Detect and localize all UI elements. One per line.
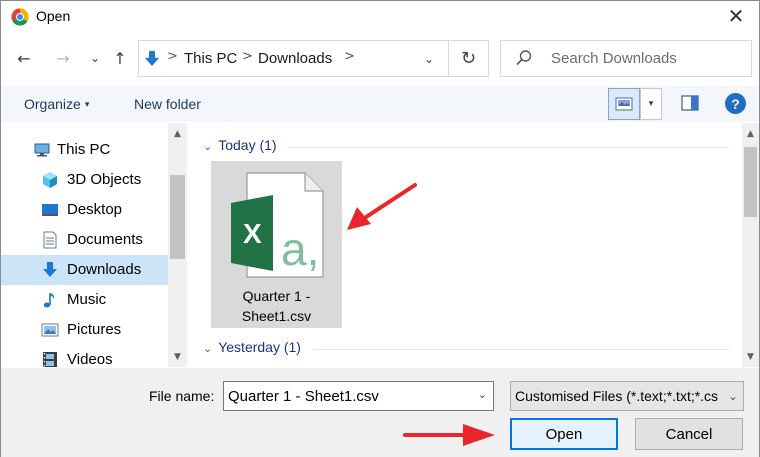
sidebar-item-label: Documents	[67, 231, 143, 248]
chevron-down-icon: ⌄	[89, 51, 101, 65]
scroll-up-arrow-icon[interactable]: ▲	[742, 125, 759, 142]
group-divider	[289, 147, 729, 148]
scrollbar-thumb[interactable]	[170, 175, 185, 259]
sidebar-item-label: Videos	[67, 351, 113, 367]
sidebar-item-label: Desktop	[67, 201, 123, 218]
preview-pane-button[interactable]	[681, 94, 699, 112]
sidebar-item-label: 3D Objects	[67, 171, 142, 188]
file-type-select[interactable]: Customised Files (*.text;*.txt;*.cs ⌄	[510, 381, 744, 411]
arrow-right-icon: →	[56, 48, 70, 68]
view-options-dropdown[interactable]: ▾	[640, 88, 662, 120]
file-item-quarter-1-sheet1-csv[interactable]: X a, Quarter 1 - Sheet1.csv	[211, 161, 342, 328]
pictures-icon	[41, 321, 59, 339]
file-name-label: File name:	[149, 388, 215, 404]
breadcrumb-separator[interactable]: >	[167, 49, 178, 64]
title-bar: Open ✕	[1, 1, 759, 32]
chevron-down-icon: ⌄	[203, 140, 213, 153]
group-header-yesterday[interactable]: ⌄ Yesterday (1)	[203, 339, 301, 355]
search-input[interactable]: Search Downloads	[500, 40, 752, 77]
organize-label: Organize	[24, 96, 81, 112]
sidebar-item-label: Music	[67, 291, 107, 308]
refresh-button[interactable]: ↻	[448, 40, 488, 77]
downloads-location-icon	[143, 50, 161, 68]
sidebar-item-pictures[interactable]: Pictures	[1, 315, 168, 345]
up-button[interactable]: ↑	[108, 41, 132, 75]
chevron-down-icon: ⌄	[423, 51, 435, 66]
cancel-button[interactable]: Cancel	[635, 418, 743, 450]
svg-text:a,: a,	[281, 223, 319, 275]
back-button[interactable]: ←	[12, 41, 36, 75]
file-name-label: Quarter 1 - Sheet1.csv	[241, 288, 312, 324]
scroll-down-arrow-icon[interactable]: ▼	[168, 348, 187, 365]
chevron-down-icon: ⌄	[203, 342, 213, 355]
search-icon	[515, 49, 533, 67]
svg-text:X: X	[243, 218, 262, 249]
sidebar-item-videos[interactable]: Videos	[1, 345, 168, 367]
window-title: Open	[36, 8, 71, 24]
chevron-down-icon: ⌄	[723, 382, 743, 410]
breadcrumb-downloads[interactable]: Downloads	[258, 50, 332, 67]
caret-down-icon: ▾	[84, 99, 90, 109]
scroll-up-arrow-icon[interactable]: ▲	[168, 125, 187, 142]
navigation-pane: This PC 3D Objects Desktop Documents Dow…	[1, 123, 187, 367]
file-type-value: Customised Files (*.text;*.txt;*.cs	[515, 388, 719, 404]
this-pc-icon	[33, 141, 51, 159]
sidebar-item-documents[interactable]: Documents	[1, 225, 168, 255]
group-header-label: Yesterday (1)	[218, 339, 301, 355]
navigation-pane-scrollbar[interactable]: ▲ ▼	[168, 123, 187, 367]
refresh-icon: ↻	[460, 48, 477, 69]
scrollbar-thumb[interactable]	[744, 147, 757, 217]
chevron-down-icon[interactable]: ⌄	[478, 388, 487, 401]
group-header-label: Today (1)	[218, 137, 277, 153]
excel-csv-file-icon: X a,	[229, 169, 325, 281]
close-button[interactable]: ✕	[721, 2, 751, 30]
close-icon: ✕	[727, 4, 745, 28]
file-name-field[interactable]: Quarter 1 - Sheet1.csv ⌄	[223, 381, 494, 411]
help-icon: ?	[731, 95, 740, 112]
group-header-today[interactable]: ⌄ Today (1)	[203, 137, 277, 153]
videos-icon	[41, 351, 59, 367]
large-icons-view-icon	[615, 97, 633, 111]
scroll-down-arrow-icon[interactable]: ▼	[742, 348, 759, 365]
new-folder-button[interactable]: New folder	[134, 96, 201, 112]
chrome-icon	[11, 8, 29, 26]
sidebar-item-music[interactable]: Music	[1, 285, 168, 315]
arrow-left-icon: ←	[17, 48, 31, 68]
breadcrumb-separator[interactable]: >	[242, 49, 253, 64]
sidebar-item-label: This PC	[57, 141, 111, 158]
preview-pane-icon	[681, 95, 699, 111]
search-placeholder: Search Downloads	[551, 50, 677, 67]
recent-locations-button[interactable]: ⌄	[83, 41, 107, 75]
organize-button[interactable]: Organize ▾	[24, 96, 89, 112]
sidebar-item-downloads[interactable]: Downloads	[1, 255, 168, 285]
sidebar-item-this-pc[interactable]: This PC	[1, 135, 168, 165]
3d-objects-icon	[41, 171, 59, 189]
sidebar-item-3d-objects[interactable]: 3D Objects	[1, 165, 168, 195]
open-dialog: Open ✕ ← → ⌄ ↑ > This PC > Downloads > ⌄…	[0, 0, 760, 457]
file-list-pane: ⌄ Today (1) X a, Quarter 1 - Sheet1.csv ⌄…	[189, 123, 742, 367]
documents-icon	[41, 231, 59, 249]
change-view-button[interactable]	[608, 88, 640, 120]
group-divider	[313, 349, 729, 350]
music-icon	[41, 291, 59, 309]
file-name-value: Quarter 1 - Sheet1.csv	[228, 388, 379, 405]
breadcrumb-separator[interactable]: >	[344, 49, 355, 64]
downloads-icon	[41, 261, 59, 279]
help-button[interactable]: ?	[725, 93, 746, 114]
sidebar-item-desktop[interactable]: Desktop	[1, 195, 168, 225]
forward-button[interactable]: →	[51, 41, 75, 75]
caret-down-icon: ▾	[648, 99, 654, 109]
desktop-icon	[41, 201, 59, 219]
sidebar-item-label: Pictures	[67, 321, 122, 338]
address-dropdown-button[interactable]: ⌄	[414, 40, 444, 77]
arrow-up-icon: ↑	[113, 48, 127, 68]
open-button[interactable]: Open	[510, 418, 618, 450]
sidebar-item-label: Downloads	[67, 261, 142, 278]
file-pane-scrollbar[interactable]: ▲ ▼	[742, 123, 759, 367]
breadcrumb-this-pc[interactable]: This PC	[184, 50, 237, 67]
